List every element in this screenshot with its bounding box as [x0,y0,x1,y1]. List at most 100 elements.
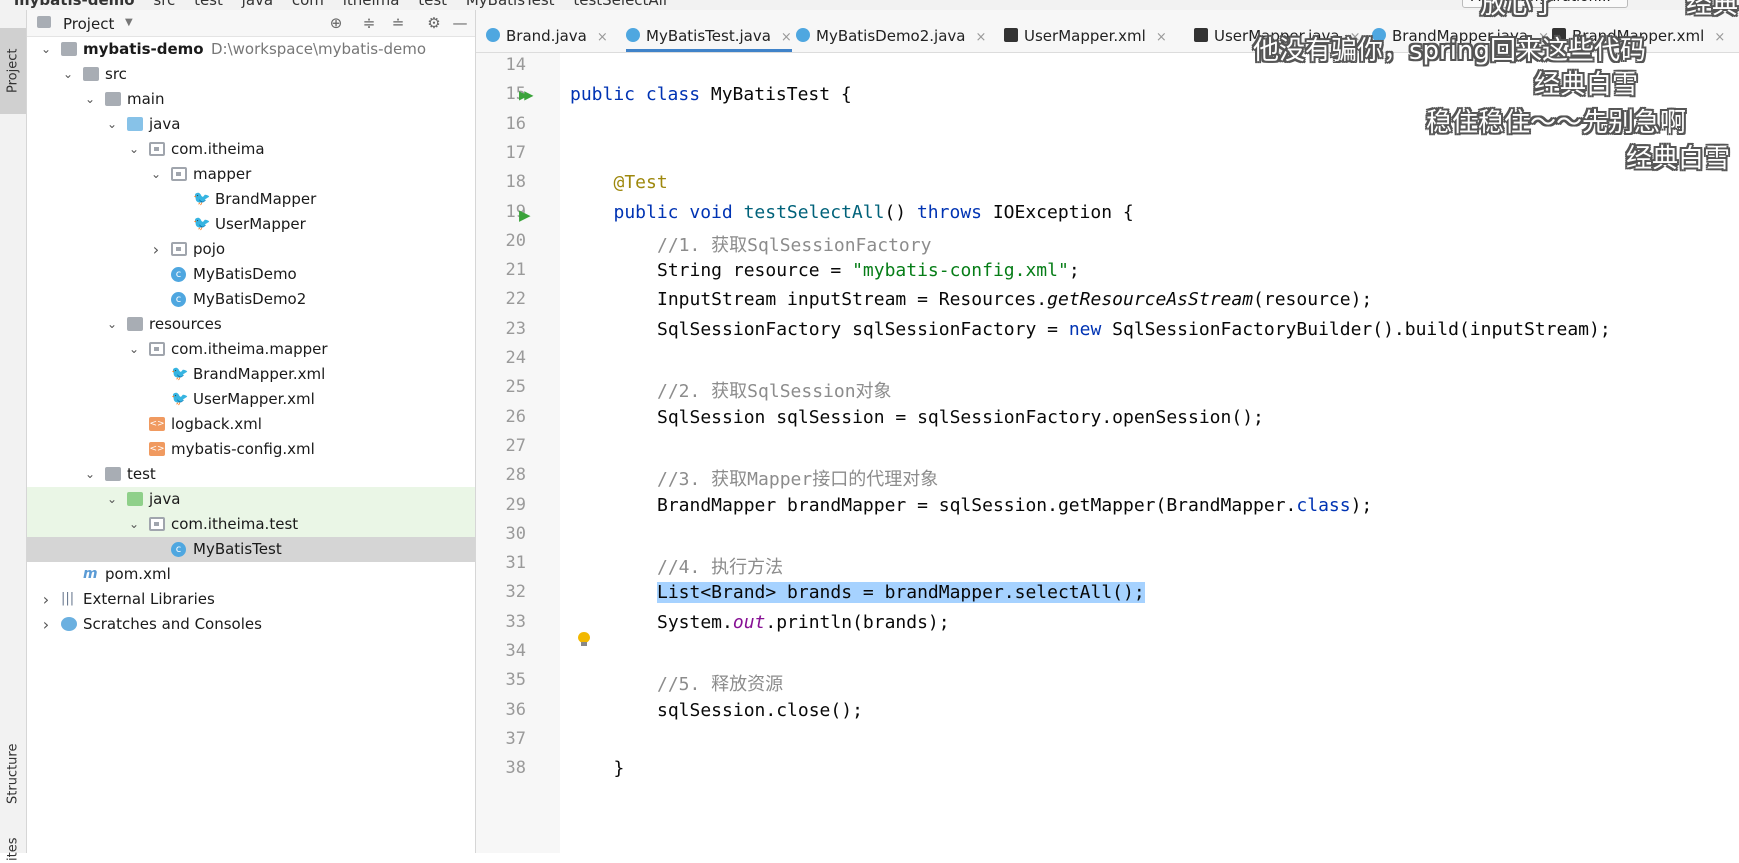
tree-item-label: BrandMapper [215,190,317,208]
breadcrumb-item[interactable]: testSelectAll [573,0,667,9]
close-icon[interactable]: × [975,30,986,45]
chevron-down-icon[interactable]: ⌄ [127,512,141,537]
tree-item-label: main [127,90,165,108]
lightbulb-icon[interactable] [578,632,590,646]
tree-item[interactable]: 🐦 BrandMapper.xml [27,362,475,387]
code-line[interactable]: //1. 获取SqlSessionFactory [657,231,931,257]
chevron-down-icon[interactable]: ▼ [125,17,133,28]
tree-item[interactable]: 🐦 UserMapper [27,212,475,237]
tree-item[interactable]: ⌄ main [27,87,475,112]
breadcrumb-item[interactable]: test [194,0,223,9]
tree-item[interactable]: m pom.xml [27,562,475,587]
breadcrumb-item[interactable]: test [418,0,447,9]
tree-item[interactable]: c MyBatisTest [27,537,475,562]
collapse-all-icon[interactable]: ≐ [389,14,407,32]
chevron-down-icon[interactable]: ⌄ [83,462,97,487]
chevron-right-icon[interactable]: › [39,587,53,612]
tree-item[interactable]: c MyBatisDemo [27,262,475,287]
code-line[interactable]: public void testSelectAll() throws IOExc… [614,202,1134,223]
chevron-down-icon[interactable]: ⌄ [127,337,141,362]
code-line[interactable]: SqlSessionFactory sqlSessionFactory = ne… [657,319,1611,340]
chevron-down-icon[interactable]: ⌄ [149,162,163,187]
tree-item[interactable]: ⌄ mapper [27,162,475,187]
tool-tab-favorites[interactable]: ites [0,835,26,863]
code-line[interactable]: public class MyBatisTest { [570,84,852,105]
folder-icon [61,42,77,56]
tree-item[interactable]: 🐦 UserMapper.xml [27,387,475,412]
tree-item[interactable]: ⌄ com.itheima.mapper [27,337,475,362]
editor-tab[interactable]: UserMapper.xml × [1004,10,1167,52]
code-line[interactable]: SqlSession sqlSession = sqlSessionFactor… [657,407,1264,428]
code-line[interactable]: } [614,758,625,779]
run-icon[interactable]: ▶▶ [519,88,534,102]
editor-tab-label: MyBatisTest.java [646,27,771,45]
expand-all-icon[interactable]: ≑ [360,14,378,32]
java-class-icon: c [171,292,186,307]
close-icon[interactable]: × [781,30,792,45]
editor-tab[interactable]: MyBatisTest.java × [626,10,792,52]
locate-icon[interactable]: ⊕ [327,14,345,32]
code-line[interactable]: InputStream inputStream = Resources.getR… [657,289,1372,310]
project-panel-title[interactable]: Project [63,15,114,33]
breadcrumb-item[interactable]: java [242,0,273,9]
code-line[interactable]: //3. 获取Mapper接口的代理对象 [657,465,938,491]
code-line[interactable]: @Test [614,172,668,193]
tree-item[interactable]: <> mybatis-config.xml [27,437,475,462]
tree-item[interactable]: ⌄ src [27,62,475,87]
breadcrumb-item[interactable]: mybatis-demo [14,0,135,9]
tree-item[interactable]: c MyBatisDemo2 [27,287,475,312]
tree-item[interactable]: ⌄ resources [27,312,475,337]
java-class-icon: c [171,267,186,282]
tool-tab-label: ites [5,837,21,861]
tree-item[interactable]: › ||| External Libraries [27,587,475,612]
tree-item[interactable]: ⌄ mybatis-demo D:\workspace\mybatis-demo [27,37,475,62]
tree-item[interactable]: › pojo [27,237,475,262]
code-line[interactable]: //4. 执行方法 [657,553,783,579]
tree-item[interactable]: ⌄ com.itheima.test [27,512,475,537]
breadcrumb-item[interactable]: com [292,0,324,9]
tree-item[interactable]: ⌄ test [27,462,475,487]
chevron-down-icon[interactable]: ⌄ [83,87,97,112]
tree-item[interactable]: 🐦 BrandMapper [27,187,475,212]
chevron-right-icon[interactable]: › [149,237,163,262]
tool-tab-structure[interactable]: Structure [0,730,26,818]
tool-tab-project[interactable]: Project [0,28,26,114]
chevron-down-icon[interactable]: ⌄ [39,37,53,62]
chevron-down-icon[interactable]: ⌄ [127,137,141,162]
chevron-down-icon[interactable]: ⌄ [105,487,119,512]
code-line[interactable]: sqlSession.close(); [657,700,863,721]
close-icon[interactable]: × [1156,30,1167,45]
tree-item[interactable]: <> logback.xml [27,412,475,437]
breadcrumb-item[interactable]: MyBatisTest [466,0,555,9]
chevron-right-icon[interactable]: › [39,612,53,637]
breadcrumb-item[interactable]: src [153,0,175,9]
code-line[interactable]: String resource = "mybatis-config.xml"; [657,260,1080,281]
tree-item[interactable]: ⌄ com.itheima [27,137,475,162]
chevron-down-icon[interactable]: ⌄ [105,112,119,137]
editor-tab[interactable]: MyBatisDemo2.java × [796,10,986,52]
editor-tab[interactable]: Brand.java × [486,10,608,52]
code-editor[interactable]: public class MyBatisTest { @Test public vo… [560,53,1739,853]
line-number: 35 [505,670,526,691]
folder-icon [37,16,51,28]
close-icon[interactable]: × [1714,30,1725,45]
code-line[interactable]: System.out.println(brands); [657,612,950,633]
close-icon[interactable]: × [597,30,608,45]
code-line[interactable]: //2. 获取SqlSession对象 [657,377,892,403]
minimize-icon[interactable]: — [451,14,469,32]
code-line[interactable]: BrandMapper brandMapper = sqlSession.get… [657,495,1372,516]
chevron-down-icon[interactable]: ⌄ [105,312,119,337]
line-number: 21 [505,260,526,281]
chevron-down-icon[interactable]: ⌄ [61,62,75,87]
line-number: 28 [505,465,526,486]
code-line[interactable]: List<Brand> brands = brandMapper.selectA… [657,582,1145,604]
test-folder-icon [127,492,143,506]
code-line[interactable]: //5. 释放资源 [657,670,783,696]
breadcrumb-item[interactable]: itheima [343,0,400,9]
run-icon[interactable]: ▶ [519,206,530,224]
tree-item-label: External Libraries [83,590,215,608]
tree-item[interactable]: ⌄ java [27,112,475,137]
tree-item[interactable]: ⌄ java [27,487,475,512]
tree-item[interactable]: › Scratches and Consoles [27,612,475,637]
gear-icon[interactable]: ⚙ [425,14,443,32]
